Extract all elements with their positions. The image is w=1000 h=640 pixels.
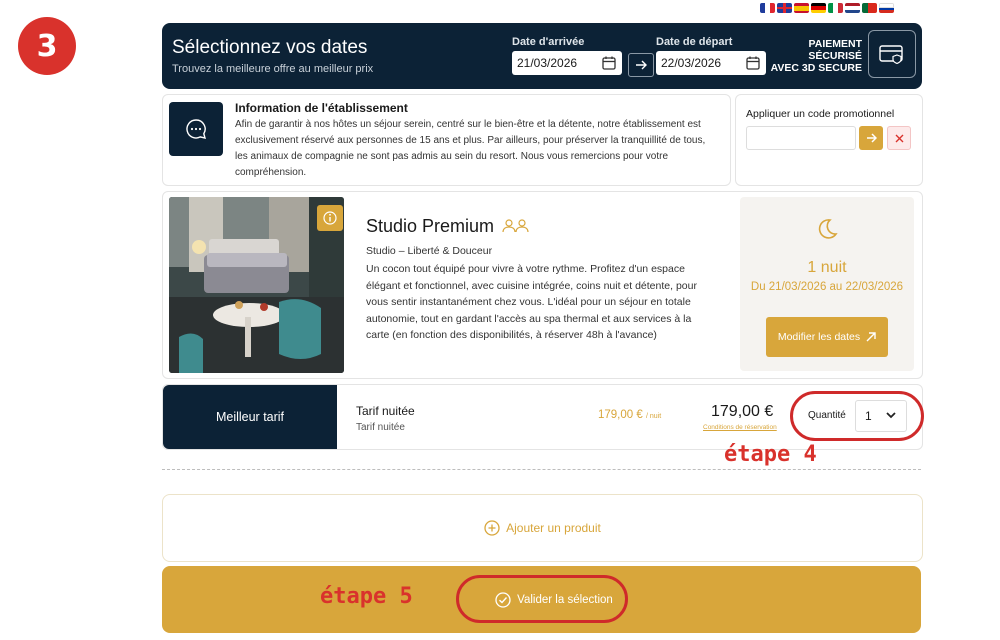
step5-label: étape 5 [320,584,413,609]
arrival-date-value: 21/03/2026 [517,56,578,70]
flag-de-icon[interactable] [811,3,826,13]
arrow-right-icon [866,133,877,143]
room-card: Studio Premium Studio – Liberté & Douceu… [162,191,923,379]
arrival-date-label: Date d'arrivée [512,36,585,48]
add-product-button[interactable]: Ajouter un produit [162,494,923,562]
moon-icon [818,219,838,239]
secure-line-1: PAIEMENT [808,38,862,50]
info-badge [169,102,223,156]
flag-ru-icon[interactable] [879,3,894,13]
rate-name: Tarif nuitée [356,404,415,418]
info-title: Information de l'établissement [235,101,408,115]
room-name: Studio Premium [366,216,495,236]
departure-date-value: 22/03/2026 [661,56,722,70]
promo-clear-button[interactable] [887,126,911,150]
arrival-date-input[interactable]: 21/03/2026 [512,51,622,75]
info-icon [323,211,337,225]
nights-count: 1 nuit [807,259,847,276]
promo-code-label: Appliquer un code promotionnel [746,108,895,120]
plus-circle-icon [484,520,500,536]
secure-line-3: AVEC 3D SECURE [770,62,862,74]
chat-bubble-icon [186,119,206,139]
section-divider [162,469,921,470]
flag-en-icon[interactable] [777,3,792,13]
rate-per-night-value: 179,00 € [598,409,643,421]
secure-line-2: SÉCURISÉ [808,50,862,62]
info-text: Afin de garantir à nos hôtes un séjour s… [235,119,706,178]
arrow-right-icon [636,60,647,70]
flag-fr-icon[interactable] [760,3,775,13]
flag-it-icon[interactable] [828,3,843,13]
room-photo[interactable] [169,197,344,373]
promo-apply-button[interactable] [859,126,883,150]
language-flags [760,3,894,13]
room-subtitle: Studio – Liberté & Douceur [366,245,493,257]
step4-highlight-ring [790,391,924,441]
secure-card-badge [868,30,916,78]
best-rate-badge: Meilleur tarif [163,385,337,449]
secure-card-icon [879,45,903,64]
stay-summary: 1 nuit Du 21/03/2026 au 22/03/2026 Modif… [740,197,914,371]
arrow-up-right-icon [866,332,876,342]
establishment-info-card: Information de l'établissement Afin de g… [162,94,731,186]
flag-pt-icon[interactable] [862,3,877,13]
stay-date-range: Du 21/03/2026 au 22/03/2026 [750,281,904,293]
departure-date-input[interactable]: 22/03/2026 [656,51,766,75]
promo-code-input[interactable] [746,126,856,150]
rate-per-night-unit: / nuit [645,413,662,420]
room-description: Un cocon tout équipé pour vivre à votre … [366,263,697,341]
flag-es-icon[interactable] [794,3,809,13]
header-subtitle: Trouvez la meilleure offre au meilleur p… [172,63,374,75]
calendar-icon [746,56,760,70]
secure-payment-text: PAIEMENT SÉCURISÉ AVEC 3D SECURE [771,38,862,74]
calendar-icon [602,56,616,70]
step-number-badge: 3 [18,17,76,75]
booking-conditions-link[interactable]: Conditions de réservation [703,424,777,431]
rate-total: 179,00 € [711,403,774,420]
photo-info-button[interactable] [317,205,343,231]
step4-label: étape 4 [724,442,817,467]
rate-subtitle: Tarif nuitée [356,422,405,433]
date-selection-header: Sélectionnez vos dates Trouvez la meille… [162,23,922,89]
promo-code-card: Appliquer un code promotionnel [735,94,923,186]
guests-icon [502,219,529,233]
step5-highlight-ring [456,575,628,623]
modify-dates-label: Modifier les dates [777,331,861,343]
header-title: Sélectionnez vos dates [172,37,368,58]
departure-date-label: Date de départ [656,36,733,48]
rate-per-night: 179,00 € / nuit [598,409,661,421]
modify-dates-button[interactable]: Modifier les dates [766,317,888,357]
date-arrow-button[interactable] [628,53,654,77]
close-icon [895,134,903,142]
flag-nl-icon[interactable] [845,3,860,13]
add-product-label: Ajouter un produit [506,521,601,535]
